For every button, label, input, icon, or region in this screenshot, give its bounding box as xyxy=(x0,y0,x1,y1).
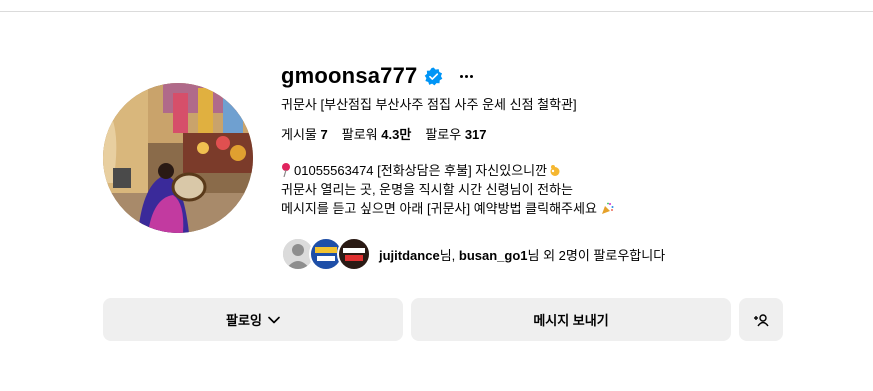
ok-hand-icon xyxy=(550,165,560,176)
follower-avatar xyxy=(337,237,371,271)
follower-link-2[interactable]: busan_go1 xyxy=(459,248,528,263)
posts-stat: 게시물 7 xyxy=(281,127,328,142)
message-button[interactable]: 메시지 보내기 xyxy=(411,298,731,341)
verified-badge-icon xyxy=(424,66,442,85)
profile-stats: 게시물 7 팔로워 4.3만 팔로우 317 xyxy=(281,124,501,143)
bio-line-3: 메시지를 듣고 싶으면 아래 [귀문사] 예약방법 클릭해주세요 xyxy=(281,199,614,218)
followers-stat[interactable]: 팔로워 4.3만 xyxy=(342,124,412,143)
more-options-icon[interactable] xyxy=(455,66,479,86)
header-divider xyxy=(0,11,873,12)
follower-link-1[interactable]: jujitdance xyxy=(379,248,440,263)
chevron-down-icon xyxy=(268,316,280,323)
username: gmoonsa777 xyxy=(281,63,418,88)
following-button[interactable]: 팔로잉 xyxy=(103,298,403,341)
following-stat[interactable]: 팔로우 317 xyxy=(425,124,486,143)
avatar-photo xyxy=(103,83,253,233)
party-popper-icon xyxy=(601,202,614,214)
username-row: gmoonsa777 xyxy=(281,60,479,92)
add-person-icon xyxy=(754,313,769,326)
profile-bio: 01055563474 [전화상담은 후불] 자신있으니깐 귀문사 열리는 곳,… xyxy=(281,161,614,218)
suggested-users-button[interactable] xyxy=(739,298,783,341)
bio-line-1: 01055563474 [전화상담은 후불] 자신있으니깐 xyxy=(281,161,614,180)
followed-by-row[interactable]: jujitdance님, busan_go1님 외 2명이 팔로우합니다 xyxy=(281,237,665,271)
profile-full-name: 귀문사 [부산점집 부산사주 점집 사주 운세 신점 철학관] xyxy=(281,97,577,112)
followed-by-text: jujitdance님, busan_go1님 외 2명이 팔로우합니다 xyxy=(379,247,666,263)
profile-avatar[interactable] xyxy=(103,83,253,233)
bio-line-2: 귀문사 열리는 곳, 운명을 직시할 시간 신령님이 전하는 xyxy=(281,182,574,197)
pushpin-icon xyxy=(282,163,290,177)
